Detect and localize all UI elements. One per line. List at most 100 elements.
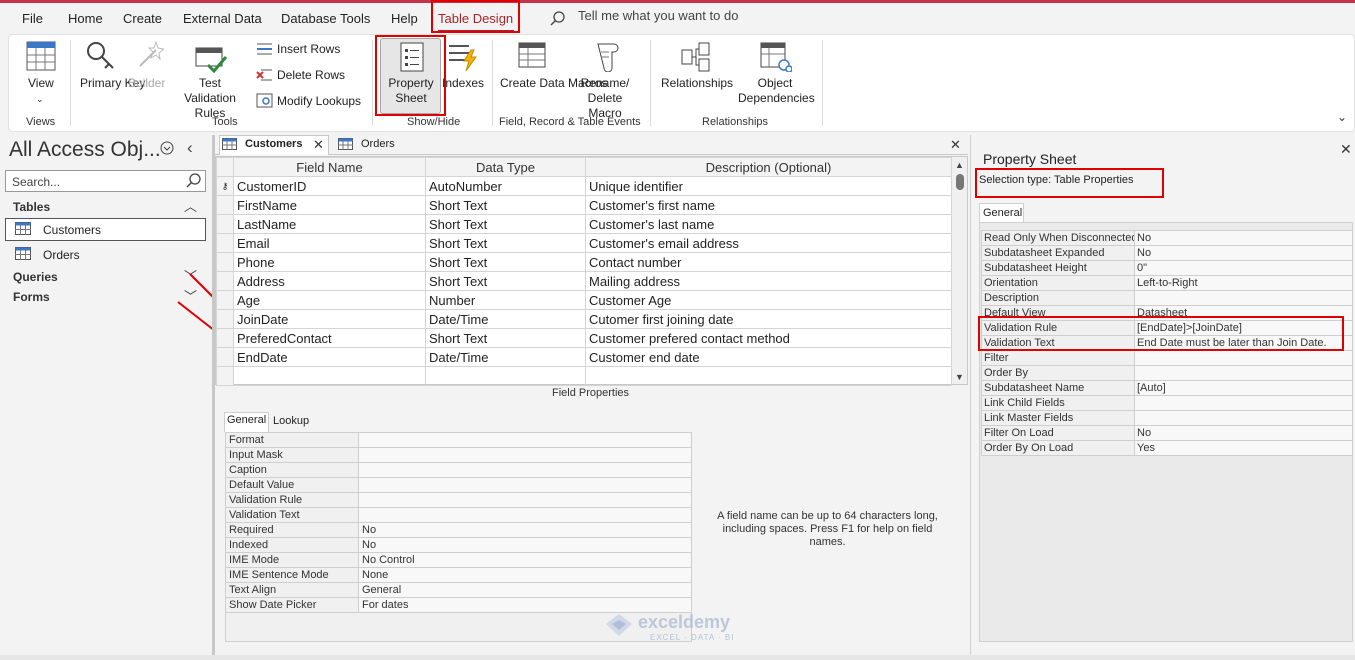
- builder-button[interactable]: Builder: [128, 76, 165, 91]
- empty-cell[interactable]: [425, 366, 586, 386]
- property-value[interactable]: No: [358, 522, 692, 538]
- property-row[interactable]: IME Sentence Mode None: [225, 567, 692, 583]
- create-data-macros-icon[interactable]: [518, 42, 548, 72]
- close-tab-icon[interactable]: ✕: [313, 137, 324, 153]
- row-selector[interactable]: [216, 290, 234, 310]
- property-value[interactable]: No: [1134, 245, 1353, 261]
- property-value[interactable]: [358, 507, 692, 523]
- data-type-cell[interactable]: AutoNumber: [425, 176, 586, 196]
- delete-rows-button[interactable]: Delete Rows: [277, 68, 345, 83]
- data-type-cell[interactable]: Short Text: [425, 328, 586, 348]
- test-validation-icon[interactable]: [194, 45, 228, 73]
- fp-tab-lookup[interactable]: Lookup: [273, 415, 309, 427]
- property-value[interactable]: [1134, 410, 1353, 426]
- description-cell[interactable]: Cutomer first joining date: [585, 309, 952, 329]
- description-cell[interactable]: Mailing address: [585, 271, 952, 291]
- property-row[interactable]: Filter: [981, 350, 1353, 366]
- tell-me-box[interactable]: Tell me what you want to do: [578, 8, 738, 23]
- property-value[interactable]: [358, 462, 692, 478]
- property-row[interactable]: Subdatasheet Name [Auto]: [981, 380, 1353, 396]
- row-selector[interactable]: [216, 271, 234, 291]
- property-row[interactable]: Filter On Load No: [981, 425, 1353, 441]
- property-value[interactable]: No: [1134, 425, 1353, 441]
- search-icon[interactable]: [186, 173, 202, 189]
- row-selector[interactable]: [216, 347, 234, 367]
- indexes-icon[interactable]: [447, 42, 479, 72]
- property-value[interactable]: [1134, 350, 1353, 366]
- property-value[interactable]: [358, 432, 692, 448]
- property-row[interactable]: Subdatasheet Expanded No: [981, 245, 1353, 261]
- table-row[interactable]: Address Short Text Mailing address: [216, 271, 952, 291]
- description-cell[interactable]: Contact number: [585, 252, 952, 272]
- description-cell[interactable]: Customer's first name: [585, 195, 952, 215]
- property-value[interactable]: [358, 447, 692, 463]
- key-icon[interactable]: [85, 40, 117, 74]
- menu-help[interactable]: Help: [391, 11, 418, 26]
- row-selector[interactable]: [216, 252, 234, 272]
- property-row[interactable]: Link Child Fields: [981, 395, 1353, 411]
- property-row[interactable]: Order By: [981, 365, 1353, 381]
- scroll-down-icon[interactable]: ▼: [955, 372, 964, 382]
- table-row[interactable]: Age Number Customer Age: [216, 290, 952, 310]
- table-row[interactable]: Phone Short Text Contact number: [216, 252, 952, 272]
- row-selector[interactable]: [216, 195, 234, 215]
- property-row[interactable]: IME Mode No Control: [225, 552, 692, 568]
- data-type-cell[interactable]: Short Text: [425, 233, 586, 253]
- table-row[interactable]: PreferedContact Short Text Customer prefer…: [216, 328, 952, 348]
- collapse-pane-icon[interactable]: ‹: [187, 138, 193, 158]
- nav-section-forms[interactable]: Forms: [13, 290, 50, 304]
- table-row[interactable]: LastName Short Text Customer's last name: [216, 214, 952, 234]
- property-row[interactable]: Validation Rule: [225, 492, 692, 508]
- property-row[interactable]: Text Align General: [225, 582, 692, 598]
- nav-menu-icon[interactable]: [160, 141, 174, 155]
- menu-home[interactable]: Home: [68, 11, 103, 26]
- menu-file[interactable]: File: [22, 11, 43, 26]
- field-name-cell[interactable]: LastName: [233, 214, 426, 234]
- relationships-button[interactable]: Relationships: [661, 76, 733, 91]
- insert-rows-icon[interactable]: [256, 41, 273, 56]
- indexes-button[interactable]: Indexes: [442, 76, 484, 91]
- description-cell[interactable]: Customer end date: [585, 347, 952, 367]
- nav-pane-title[interactable]: All Access Obj...: [9, 138, 161, 162]
- menu-database-tools[interactable]: Database Tools: [281, 11, 370, 26]
- property-row[interactable]: Orientation Left-to-Right: [981, 275, 1353, 291]
- property-value[interactable]: Left-to-Right: [1134, 275, 1353, 291]
- row-selector[interactable]: [216, 328, 234, 348]
- menu-create[interactable]: Create: [123, 11, 162, 26]
- field-name-cell[interactable]: CustomerID: [233, 176, 426, 196]
- property-row[interactable]: Subdatasheet Height 0": [981, 260, 1353, 276]
- object-dependencies-button[interactable]: Object Dependencies: [738, 76, 815, 106]
- property-value[interactable]: None: [358, 567, 692, 583]
- field-name-cell[interactable]: JoinDate: [233, 309, 426, 329]
- table-row[interactable]: EndDate Date/Time Customer end date: [216, 347, 952, 367]
- property-value[interactable]: General: [358, 582, 692, 598]
- data-type-cell[interactable]: Short Text: [425, 271, 586, 291]
- ps-tab-general[interactable]: General: [979, 203, 1024, 222]
- property-row[interactable]: Required No: [225, 522, 692, 538]
- delete-rows-icon[interactable]: [256, 67, 273, 82]
- field-name-cell[interactable]: PreferedContact: [233, 328, 426, 348]
- grid-scrollbar[interactable]: [952, 157, 967, 384]
- table-row[interactable]: ⚷ CustomerID AutoNumber Unique identifier: [216, 176, 952, 196]
- tab-orders[interactable]: Orders: [361, 138, 395, 150]
- scrollbar-thumb[interactable]: [956, 174, 964, 190]
- data-type-cell[interactable]: Short Text: [425, 252, 586, 272]
- rename-delete-macro-icon[interactable]: [592, 42, 620, 72]
- nav-item-orders[interactable]: Orders: [43, 248, 80, 262]
- property-row[interactable]: Caption: [225, 462, 692, 478]
- nav-section-queries[interactable]: Queries: [13, 270, 58, 284]
- property-value[interactable]: [1134, 365, 1353, 381]
- table-row[interactable]: JoinDate Date/Time Cutomer first joining d…: [216, 309, 952, 329]
- view-button[interactable]: View: [28, 76, 54, 91]
- menu-external-data[interactable]: External Data: [183, 11, 262, 26]
- modify-lookups-icon[interactable]: [256, 93, 273, 108]
- empty-cell[interactable]: [585, 366, 952, 386]
- primary-key-icon[interactable]: ⚷: [216, 176, 234, 196]
- property-value[interactable]: No: [358, 537, 692, 553]
- property-value[interactable]: [358, 492, 692, 508]
- relationships-icon[interactable]: [681, 42, 711, 72]
- row-selector[interactable]: [216, 309, 234, 329]
- nav-item-customers[interactable]: [5, 218, 206, 241]
- property-row[interactable]: Read Only When Disconnected No: [981, 230, 1353, 246]
- property-value[interactable]: [1134, 290, 1353, 306]
